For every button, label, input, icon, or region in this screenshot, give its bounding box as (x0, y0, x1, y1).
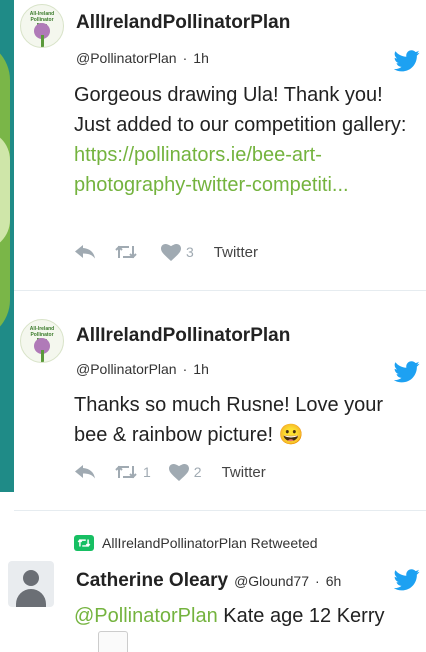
retweet-badge-icon (74, 535, 94, 551)
separator-dot: · (182, 361, 188, 377)
author-handle[interactable]: @Glound77 (234, 573, 309, 589)
separator-dot: · (315, 573, 320, 589)
reply-button[interactable] (74, 464, 96, 480)
tweet-card[interactable]: All-Ireland Pollinator Plan AllIrelandPo… (14, 291, 426, 499)
tweet-actions: 1 2 Twitter (74, 461, 266, 483)
stem-shape (41, 350, 44, 362)
tweet-text-line: bee & rainbow picture! (74, 424, 274, 446)
grinning-emoji-icon: 😀 (278, 424, 304, 446)
tweet-time[interactable]: 1h (193, 361, 209, 377)
like-button[interactable]: 3 (161, 243, 194, 261)
retweet-card[interactable]: AllIrelandPollinatorPlan Retweeted Cathe… (8, 511, 426, 652)
author-handle[interactable]: @PollinatorPlan (76, 50, 177, 66)
tweet-time[interactable]: 1h (193, 50, 209, 66)
avatar[interactable]: All-Ireland Pollinator Plan (20, 4, 64, 48)
default-avatar[interactable] (8, 561, 54, 607)
heart-icon (161, 243, 181, 261)
twitter-bird-icon[interactable] (394, 50, 420, 72)
separator-dot: · (182, 50, 188, 66)
tweet-card[interactable]: All-Ireland Pollinator Plan AllIrelandPo… (14, 0, 426, 290)
retweet-icon (115, 245, 137, 259)
retweet-icon (115, 465, 137, 479)
reply-icon (75, 245, 95, 259)
like-count: 3 (186, 244, 194, 260)
media-preview[interactable] (98, 631, 128, 652)
source-link[interactable]: Twitter (222, 464, 266, 481)
avatar-head-shape (23, 570, 39, 586)
background-strip (0, 0, 14, 492)
tweet-text-line: Thanks so much Rusne! Love your (74, 394, 384, 416)
stem-shape (41, 35, 44, 47)
tweet-text: Gorgeous drawing Ula! Thank you! Just ad… (74, 84, 407, 136)
author-name[interactable]: AllIrelandPollinatorPlan (76, 12, 290, 34)
retweeted-by-label[interactable]: AllIrelandPollinatorPlan Retweeted (102, 535, 318, 551)
tweet-text-block: Thanks so much Rusne! Love your bee & ra… (74, 390, 412, 450)
source-link[interactable]: Twitter (214, 244, 258, 261)
author-name[interactable]: Catherine Oleary (76, 570, 228, 591)
author-handle-row: @PollinatorPlan · 1h (76, 50, 209, 66)
retweet-button[interactable] (114, 244, 143, 260)
reply-button[interactable] (74, 244, 96, 260)
avatar-body-shape (16, 589, 46, 607)
avatar[interactable]: All-Ireland Pollinator Plan (20, 319, 64, 363)
author-row: Catherine Oleary @Glound77 · 6h (76, 570, 341, 592)
tweet-text: Kate age 12 Kerry (217, 605, 385, 627)
tweet-link[interactable]: https://pollinators.ie/bee-art-photograp… (74, 144, 349, 196)
tweet-time[interactable]: 6h (326, 573, 342, 589)
twitter-bird-icon[interactable] (394, 569, 420, 591)
retweet-count: 1 (143, 464, 151, 480)
reply-icon (75, 465, 95, 479)
mention-link[interactable]: @PollinatorPlan (74, 605, 218, 627)
like-count: 2 (193, 464, 202, 480)
author-handle-row: @PollinatorPlan · 1h (76, 361, 209, 377)
tweet-text-block: Gorgeous drawing Ula! Thank you! Just ad… (74, 80, 412, 200)
retweet-context: AllIrelandPollinatorPlan Retweeted (74, 535, 318, 551)
heart-icon (168, 463, 189, 481)
author-name[interactable]: AllIrelandPollinatorPlan (76, 325, 290, 347)
twitter-bird-icon[interactable] (394, 361, 420, 383)
author-handle[interactable]: @PollinatorPlan (76, 361, 177, 377)
like-button[interactable]: 2 (168, 463, 202, 481)
tweet-actions: 3 Twitter (74, 241, 258, 263)
tweet-text-block: @PollinatorPlan Kate age 12 Kerry (74, 601, 385, 631)
retweet-button[interactable]: 1 (114, 464, 151, 480)
